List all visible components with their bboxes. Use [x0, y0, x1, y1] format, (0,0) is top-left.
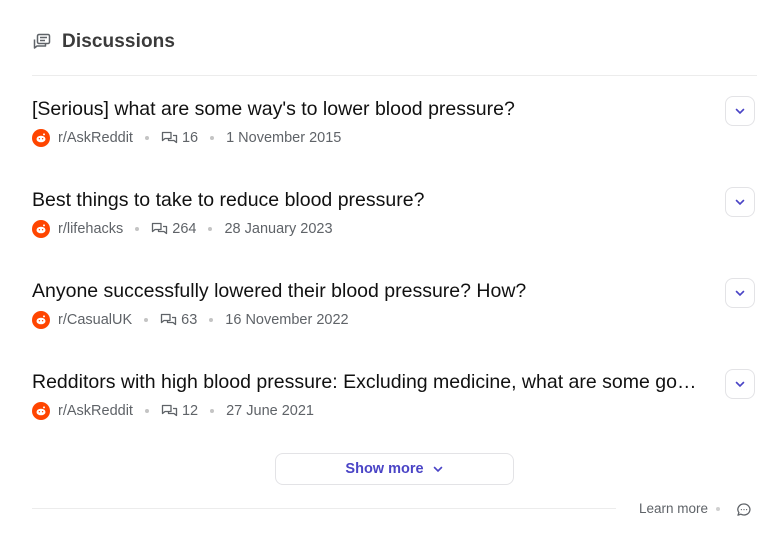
chevron-down-icon — [734, 193, 746, 211]
comment-count: 63 — [181, 312, 198, 328]
discussion-item[interactable]: Redditors with high blood pressure: Excl… — [32, 370, 732, 422]
separator-dot — [209, 318, 214, 322]
separator-dot — [210, 136, 215, 140]
discussion-title[interactable]: Anyone successfully lowered their blood … — [32, 279, 704, 303]
chevron-down-icon — [734, 102, 746, 120]
show-more-button[interactable]: Show more — [275, 453, 514, 485]
comment-count: 16 — [181, 130, 199, 146]
discussion-meta: r/AskReddit 12 27 June 2021 — [32, 400, 732, 422]
separator-dot — [144, 318, 149, 322]
separator-dot — [208, 227, 213, 231]
section-title: Discussions — [62, 31, 176, 52]
comments-icon — [151, 221, 168, 237]
discussion-item[interactable]: Anyone successfully lowered their blood … — [32, 279, 732, 331]
reddit-icon — [32, 129, 50, 147]
expand-button[interactable] — [725, 187, 755, 217]
discussions-icon — [32, 32, 52, 52]
expand-button[interactable] — [725, 278, 755, 308]
divider — [32, 508, 616, 509]
discussion-meta: r/CasualUK 63 16 November 2022 — [32, 309, 732, 331]
comments-icon — [161, 403, 178, 419]
chevron-down-icon — [734, 375, 746, 393]
post-date: 28 January 2023 — [224, 221, 333, 237]
chevron-down-icon — [432, 461, 444, 477]
expand-button[interactable] — [725, 369, 755, 399]
comment-count: 12 — [181, 403, 199, 419]
show-more-label: Show more — [345, 461, 424, 477]
separator-dot — [144, 136, 149, 140]
separator-dot — [716, 507, 720, 511]
discussions-header: Discussions — [32, 29, 175, 55]
post-date: 16 November 2022 — [225, 312, 349, 328]
separator-dot — [210, 409, 215, 413]
discussion-item[interactable]: Best things to take to reduce blood pres… — [32, 188, 732, 240]
discussion-meta: r/AskReddit 16 1 November 2015 — [32, 127, 732, 149]
discussion-title[interactable]: Best things to take to reduce blood pres… — [32, 188, 704, 212]
reddit-icon — [32, 402, 50, 420]
chevron-down-icon — [734, 284, 746, 302]
feedback-icon[interactable] — [736, 502, 752, 518]
discussion-item[interactable]: [Serious] what are some way's to lower b… — [32, 97, 732, 149]
discussion-title[interactable]: [Serious] what are some way's to lower b… — [32, 97, 704, 121]
subreddit-label[interactable]: r/lifehacks — [58, 221, 123, 237]
subreddit-label[interactable]: r/AskReddit — [58, 130, 133, 146]
comment-count: 264 — [172, 221, 197, 237]
post-date: 27 June 2021 — [226, 403, 314, 419]
subreddit-label[interactable]: r/AskReddit — [58, 403, 133, 419]
divider — [32, 75, 757, 76]
subreddit-label[interactable]: r/CasualUK — [58, 312, 132, 328]
discussion-meta: r/lifehacks 264 28 January 2023 — [32, 218, 732, 240]
post-date: 1 November 2015 — [226, 130, 342, 146]
separator-dot — [135, 227, 140, 231]
comments-icon — [161, 130, 178, 146]
comments-icon — [160, 312, 177, 328]
reddit-icon — [32, 220, 50, 238]
expand-button[interactable] — [725, 96, 755, 126]
separator-dot — [144, 409, 149, 413]
reddit-icon — [32, 311, 50, 329]
learn-more-link[interactable]: Learn more — [639, 501, 708, 516]
discussion-title[interactable]: Redditors with high blood pressure: Excl… — [32, 370, 704, 394]
